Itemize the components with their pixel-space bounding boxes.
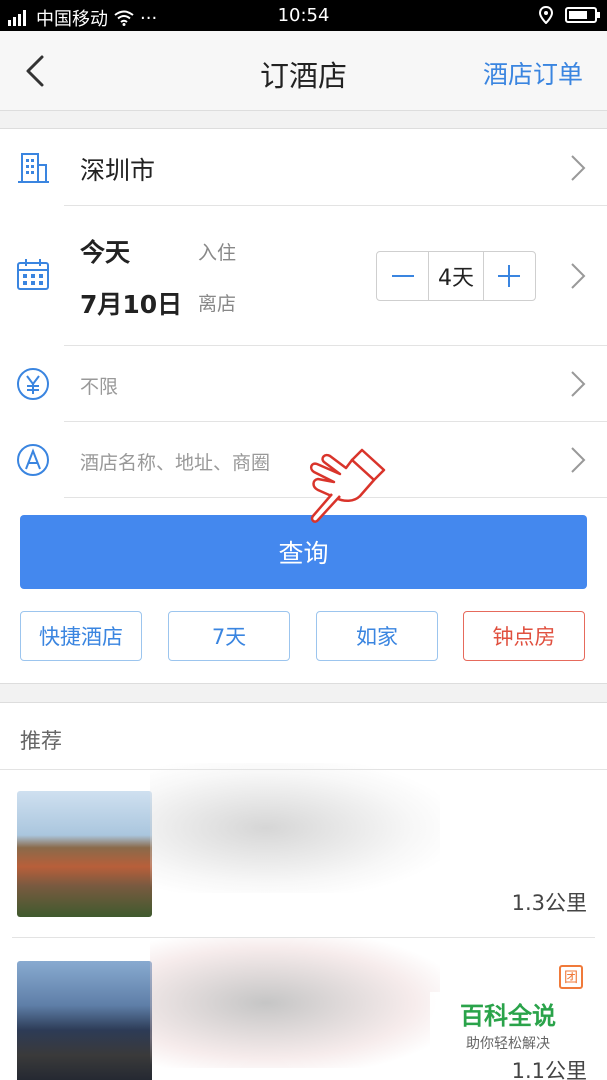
keyword-input[interactable]: 酒店名称、地址、商圈 xyxy=(80,448,270,475)
checkin-date: 今天 xyxy=(80,238,131,267)
watermark-subtitle: 助你轻松解决 xyxy=(466,1036,550,1052)
hotel-distance: 1.3公里 xyxy=(511,891,587,915)
calendar-icon xyxy=(17,259,49,290)
checkout-label: 离店 xyxy=(198,293,237,315)
chip-home-inn[interactable]: 如家 xyxy=(316,611,438,661)
status-right xyxy=(539,6,600,24)
watermark-title: 百科全说 xyxy=(460,1002,556,1030)
chevron-right-icon xyxy=(571,447,586,473)
divider xyxy=(64,345,607,346)
minus-button[interactable] xyxy=(377,252,428,300)
minus-icon xyxy=(391,275,414,277)
status-time: 10:54 xyxy=(277,5,330,26)
hotel-distance: 1.1公里 xyxy=(511,1059,587,1080)
pointing-hand-icon xyxy=(309,448,386,523)
price-filter: 不限 xyxy=(80,376,119,398)
location-icon xyxy=(539,6,553,24)
hotel-orders-link[interactable]: 酒店订单 xyxy=(483,55,583,91)
divider xyxy=(64,205,607,206)
chevron-right-icon xyxy=(571,263,586,289)
battery-icon xyxy=(565,7,600,23)
hotel-photo xyxy=(17,791,152,917)
chip-7-days[interactable]: 7天 xyxy=(168,611,290,661)
redacted-hotel-info xyxy=(150,763,440,893)
recommend-header: 推荐 xyxy=(20,729,62,753)
search-form: 深圳市 今天 入住 7月10日 离店 4天 不限 酒店名称、地址、商圈 查询 快… xyxy=(0,128,607,684)
status-bar: 中国移动 ··· 10:54 xyxy=(0,0,607,31)
checkout-date: 7月10日 xyxy=(80,290,183,319)
yen-icon xyxy=(17,368,49,400)
plus-icon xyxy=(498,265,521,287)
nights-value: 4天 xyxy=(428,252,484,300)
hotel-photo xyxy=(17,961,152,1080)
divider xyxy=(64,421,607,422)
chip-express-hotel[interactable]: 快捷酒店 xyxy=(20,611,142,661)
city-value: 深圳市 xyxy=(80,156,156,185)
watermark: 百科全说 助你轻松解决 xyxy=(430,992,586,1054)
chip-hourly-room[interactable]: 钟点房 xyxy=(463,611,585,661)
chevron-right-icon xyxy=(571,371,586,397)
building-icon xyxy=(18,153,49,183)
chevron-right-icon xyxy=(571,155,586,181)
nights-stepper: 4天 xyxy=(376,251,536,301)
redacted-hotel-info xyxy=(150,938,440,1068)
checkin-label: 入住 xyxy=(198,242,237,264)
group-buy-badge: 团 xyxy=(559,965,583,989)
quick-filters: 快捷酒店 7天 如家 钟点房 xyxy=(20,611,587,663)
keyword-a-icon xyxy=(17,444,49,476)
plus-button[interactable] xyxy=(484,252,535,300)
nav-bar: 订酒店 酒店订单 xyxy=(0,31,607,111)
